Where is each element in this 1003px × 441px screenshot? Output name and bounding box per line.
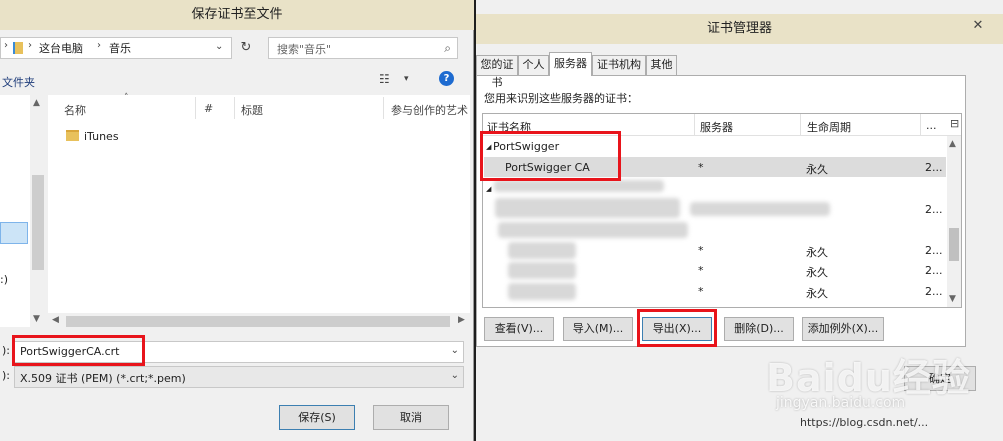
nav-selected-item[interactable] <box>0 222 28 244</box>
search-input[interactable]: 搜索"音乐" ⌕ <box>268 37 458 59</box>
breadcrumb-this-pc[interactable]: 这台电脑 <box>39 40 83 56</box>
new-folder-button[interactable]: 文件夹 <box>2 74 35 90</box>
scroll-right-icon[interactable]: ▶ <box>458 315 465 325</box>
export-highlight-box <box>637 309 717 347</box>
redacted-text <box>508 283 576 300</box>
filetype-select[interactable]: X.509 证书 (PEM) (*.crt;*.pem) ⌄ <box>14 366 464 388</box>
filetype-dropdown-icon[interactable]: ⌄ <box>451 370 459 381</box>
scroll-down-icon[interactable]: ▼ <box>949 294 956 304</box>
tree-expand-icon[interactable]: ◢ <box>486 185 491 193</box>
filename-dropdown-icon[interactable]: ⌄ <box>451 345 459 356</box>
column-divider <box>195 97 196 119</box>
search-icon[interactable]: ⌕ <box>444 41 451 56</box>
cert-more-cell: 2... <box>925 244 943 257</box>
cert-server-cell: * <box>698 285 704 298</box>
cert-lifetime-cell: 永久 <box>806 266 828 279</box>
redacted-text <box>508 242 576 259</box>
panel-description: 您用来识别这些服务器的证书： <box>484 92 638 105</box>
tab-authorities[interactable]: 证书机构 <box>592 55 646 75</box>
nav-item-fragment[interactable]: :) <box>0 273 8 286</box>
column-divider <box>920 114 921 136</box>
cert-lifetime-cell: 永久 <box>806 287 828 300</box>
cert-more-cell: 2... <box>925 285 943 298</box>
tab-others[interactable]: 其他 <box>646 55 677 75</box>
folder-icon <box>66 130 79 141</box>
column-header-number[interactable]: # <box>204 102 213 115</box>
path-chevron-icon: › <box>97 40 101 51</box>
address-dropdown-icon[interactable]: ⌄ <box>215 41 223 52</box>
column-divider <box>800 114 801 136</box>
cert-server-cell: * <box>698 244 704 257</box>
column-header-more[interactable]: ... <box>926 119 937 132</box>
add-exception-button[interactable]: 添加例外(X)... <box>802 317 884 341</box>
portswigger-highlight-box <box>480 131 621 181</box>
cert-lifetime-cell: 永久 <box>806 246 828 259</box>
redacted-text <box>495 198 680 218</box>
redacted-text <box>690 202 830 216</box>
column-divider <box>694 114 695 136</box>
column-divider <box>234 97 235 119</box>
filename-label: ): <box>2 344 10 357</box>
scroll-up-icon[interactable]: ▲ <box>33 98 40 108</box>
filetype-label: ): <box>2 369 10 382</box>
cert-more-cell: 2... <box>925 264 943 277</box>
filename-highlight-box <box>12 335 145 366</box>
horizontal-scrollbar-thumb[interactable] <box>66 316 450 327</box>
list-item[interactable]: iTunes <box>84 130 119 143</box>
search-placeholder: 搜索"音乐" <box>277 43 332 56</box>
column-header-lifetime[interactable]: 生命周期 <box>807 119 851 135</box>
cancel-button[interactable]: 取消 <box>373 405 449 430</box>
tab-your-certificates[interactable]: 您的证书 <box>476 55 518 89</box>
redacted-text <box>498 222 688 238</box>
table-scrollbar-thumb[interactable] <box>949 228 959 261</box>
tab-personal[interactable]: 个人 <box>518 55 549 75</box>
scroll-up-icon[interactable]: ▲ <box>949 139 956 149</box>
blog-watermark-url: https://blog.csdn.net/... <box>800 416 929 429</box>
nav-scrollbar-thumb[interactable] <box>32 175 44 270</box>
column-header-server[interactable]: 服务器 <box>700 119 733 135</box>
column-picker-icon[interactable]: ⊟ <box>950 117 959 130</box>
sort-ascending-icon: ˄ <box>124 93 129 103</box>
address-bar[interactable]: › › 这台电脑 › 音乐 ⌄ <box>0 37 232 59</box>
redacted-text <box>494 180 664 192</box>
this-pc-icon <box>13 42 23 54</box>
view-dropdown-icon[interactable]: ▾ <box>404 74 409 84</box>
path-chevron-icon: › <box>4 40 8 51</box>
cert-more-cell: 2... <box>925 203 943 216</box>
save-button[interactable]: 保存(S) <box>279 405 355 430</box>
cert-server-cell: * <box>698 264 704 277</box>
cert-more-cell: 2... <box>925 161 943 174</box>
column-header-artists[interactable]: 参与创作的艺术 <box>391 102 468 118</box>
refresh-icon[interactable]: ↻ <box>236 37 256 59</box>
help-icon[interactable]: ? <box>439 71 454 86</box>
column-header-name[interactable]: 名称 <box>64 102 86 118</box>
delete-button[interactable]: 删除(D)... <box>724 317 794 341</box>
table-vertical-scrollbar[interactable] <box>947 136 961 307</box>
view-button[interactable]: 查看(V)... <box>484 317 554 341</box>
cert-manager-title: 证书管理器 <box>706 21 772 36</box>
file-list[interactable] <box>48 95 470 313</box>
redacted-text <box>508 262 576 279</box>
scroll-left-icon[interactable]: ◀ <box>52 315 59 325</box>
cert-lifetime-cell: 永久 <box>806 163 828 176</box>
save-dialog-title: 保存证书至文件 <box>0 0 474 30</box>
cert-manager-close-button[interactable]: ✕ <box>966 16 990 36</box>
scroll-down-icon[interactable]: ▼ <box>33 314 40 324</box>
column-divider <box>383 97 384 119</box>
tab-servers[interactable]: 服务器 <box>549 52 592 76</box>
baidu-watermark: Baidu经验 <box>766 356 971 400</box>
path-chevron-icon: › <box>28 40 32 51</box>
baidu-watermark-url: jingyan.baidu.com <box>776 395 906 411</box>
cert-server-cell: * <box>698 161 704 174</box>
import-button[interactable]: 导入(M)... <box>563 317 633 341</box>
view-options-icon[interactable]: ☷ <box>379 72 390 86</box>
filetype-value: X.509 证书 (PEM) (*.crt;*.pem) <box>20 372 186 385</box>
column-header-title[interactable]: 标题 <box>241 102 263 118</box>
breadcrumb-music[interactable]: 音乐 <box>109 40 131 56</box>
